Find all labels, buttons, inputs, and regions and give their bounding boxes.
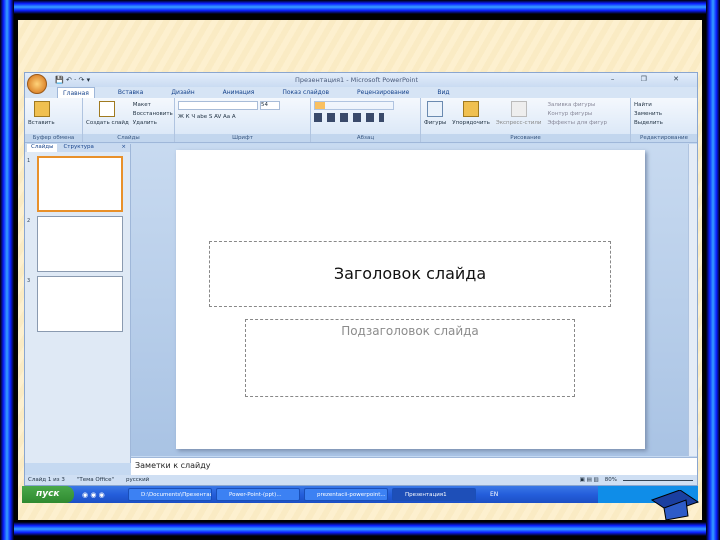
group-font: 54 Ж К Ч abe S AV Aa A Шрифт [175,98,311,142]
view-buttons[interactable]: ▣ ▤ ▥ [580,477,599,483]
language: русский [125,477,150,483]
zoom-slider[interactable] [623,480,693,483]
font-name-select[interactable] [178,101,258,110]
replace-button[interactable]: Заменить [634,110,694,119]
group-paragraph: Абзац [311,98,421,142]
graduation-cap-icon [650,490,700,520]
window-title: Презентация1 - Microsoft PowerPoint [295,76,419,84]
tab-animation[interactable]: Анимация [218,87,260,98]
taskbar-item[interactable]: prezentacii-powerpoint... [304,488,388,501]
new-slide-icon [99,101,116,117]
tab-slideshow[interactable]: Показ слайдов [277,87,334,98]
frame-left [0,0,14,540]
pane-tabs: Слайды Структура × [25,144,130,152]
status-bar: Слайд 1 из 3 "Тема Office" русский ▣ ▤ ▥… [25,475,697,485]
taskbar-item[interactable]: D:\Documents\Презентации... [128,488,212,501]
slide-thumbnail-3[interactable] [37,276,123,332]
group-label: Редактирование [631,134,697,142]
start-button[interactable]: пуск [22,486,74,503]
language-indicator[interactable]: EN [490,491,498,498]
vertical-scrollbar[interactable] [688,144,697,456]
quick-styles-icon [510,101,527,117]
office-button[interactable] [27,74,47,94]
taskbar-item[interactable]: Power-Point-(ppt)... [216,488,300,501]
paste-icon [34,101,50,117]
group-slides: Создать слайд Макет Восстановить Удалить… [83,98,175,142]
group-label: Шрифт [175,134,310,142]
find-button[interactable]: Найти [634,101,694,110]
quick-styles-button[interactable]: Экспресс-стили [496,119,542,128]
align-buttons[interactable] [314,113,384,122]
slide-canvas: Заголовок слайда Подзаголовок слайда [176,150,645,449]
group-drawing: Фигуры Упорядочить Экспресс-стили Заливк… [421,98,631,142]
tab-slides[interactable]: Слайды [27,144,58,152]
quick-launch[interactable]: ◉ ◉ ◉ [74,491,124,499]
reset-button[interactable]: Восстановить [133,110,173,119]
list-buttons[interactable] [314,101,394,110]
taskbar-item[interactable]: Презентация1 [392,488,476,501]
layout-button[interactable]: Макет [133,101,173,110]
arrange-icon [463,101,480,117]
slide-editor: Заголовок слайда Подзаголовок слайда [131,144,689,456]
ribbon: Вставить Буфер обмена Создать слайд Маке… [25,98,697,143]
subtitle-placeholder[interactable]: Подзаголовок слайда [245,319,575,397]
thumb-number: 2 [27,218,31,224]
shape-effects-button[interactable]: Эффекты для фигур [547,119,607,128]
font-format-buttons[interactable]: Ж К Ч abe S AV Aa A [178,113,307,122]
font-size-select[interactable]: 54 [260,101,280,110]
thumb-number: 3 [27,278,31,284]
quick-access-toolbar[interactable]: 💾 ↶ · ↷ ▾ [55,76,90,84]
theme-name: "Тема Office" [76,477,114,483]
title-placeholder[interactable]: Заголовок слайда [209,241,611,307]
group-editing: Найти Заменить Выделить Редактирование [631,98,697,142]
slide-thumbnail-2[interactable] [37,216,123,272]
slides-pane: Слайды Структура × 1 2 3 [25,144,131,463]
select-button[interactable]: Выделить [634,119,694,128]
tab-insert[interactable]: Вставка [113,87,148,98]
close-pane-icon[interactable]: × [121,144,130,152]
shape-fill-button[interactable]: Заливка фигуры [547,101,607,110]
thumb-number: 1 [27,158,31,164]
slide-counter: Слайд 1 из 3 [28,477,65,483]
frame-top [0,0,720,14]
shapes-icon [427,101,444,117]
shapes-button[interactable]: Фигуры [424,119,446,128]
tab-design[interactable]: Дизайн [166,87,199,98]
group-clipboard: Вставить Буфер обмена [25,98,83,142]
powerpoint-window: 💾 ↶ · ↷ ▾ Презентация1 - Microsoft Power… [24,72,698,486]
window-controls[interactable]: – ❐ ✕ [611,75,691,83]
ribbon-tabs: Главная Вставка Дизайн Анимация Показ сл… [25,87,697,98]
frame-bottom [0,522,720,536]
paste-button[interactable]: Вставить [28,119,79,128]
title-bar: 💾 ↶ · ↷ ▾ Презентация1 - Microsoft Power… [25,73,697,94]
group-label: Рисование [421,134,630,142]
tab-review[interactable]: Рецензирование [352,87,414,98]
shape-outline-button[interactable]: Контур фигуры [547,110,607,119]
tab-home[interactable]: Главная [57,87,95,98]
group-label: Буфер обмена [25,134,82,142]
taskbar: пуск ◉ ◉ ◉ D:\Documents\Презентации... P… [22,486,698,503]
delete-button[interactable]: Удалить [133,119,173,128]
new-slide-button[interactable]: Создать слайд [86,119,129,128]
tab-view[interactable]: Вид [432,87,454,98]
group-label: Абзац [311,134,420,142]
notes-field[interactable]: Заметки к слайду [131,457,697,475]
group-label: Слайды [83,134,174,142]
arrange-button[interactable]: Упорядочить [452,119,490,128]
slide-thumbnail-1[interactable] [37,156,123,212]
tab-outline[interactable]: Структура [63,144,93,152]
frame-right [706,0,720,540]
zoom-level[interactable]: 80% [605,477,617,483]
